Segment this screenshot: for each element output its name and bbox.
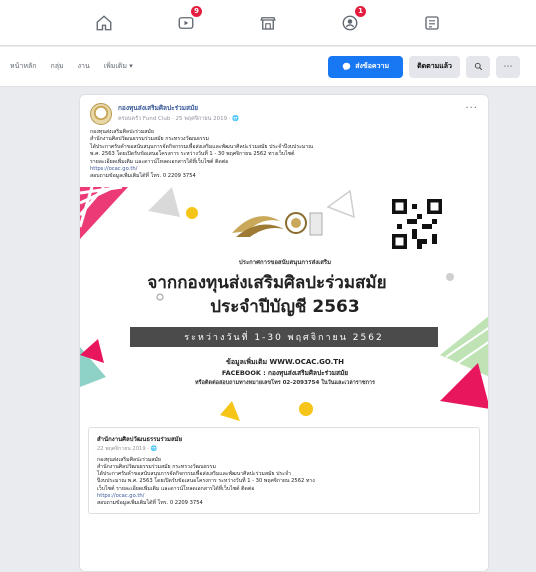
outline-triangle [326,189,355,219]
nav-marketplace[interactable] [227,0,309,46]
tab-home[interactable]: หน้าหลัก [10,61,36,72]
poster-website: ข้อมูลเพิ่มเติม WWW.OCAC.GO.TH [226,357,344,366]
gaming-icon [425,15,439,30]
shared-author[interactable]: สำนักงานศิลปวัฒนธรรมร่วมสมัย [97,434,471,444]
shared-line: สอบถามข้อมูลเพิ่มเติมได้ที่ โทร. 0 2209 … [97,500,203,507]
more-options-button[interactable]: ⋯ [496,55,520,78]
send-message-label: ส่งข้อความ [355,62,390,70]
post-header: กองทุนส่งเสริมศิลปะร่วมสมัย ครอบครัว Fun… [80,95,488,129]
post-line: สอบถามข้อมูลเพิ่มเติมได้ที่ โทร. 0 2209 … [90,173,196,180]
post-meta: ครอบครัว Fund Club · 25 พฤศจิกายน 2019 ·… [118,116,240,122]
yellow-circle [186,206,198,219]
post-menu-icon[interactable]: ··· [465,103,478,114]
shared-body: กองทุนส่งเสริมศิลปะร่วมสมัย สำนักงานศิลป… [97,457,471,507]
shared-line: ปีงบประมาณ พ.ศ. 2563 โดยเปิดรับข้อเสนอโค… [97,478,315,485]
post-line: สำนักงานศิลปวัฒนธรรมร่วมสมัย กระทรวงวัฒน… [90,136,209,143]
more-icon: ⋯ [503,61,513,72]
post-author[interactable]: กองทุนส่งเสริมศิลปะร่วมสมัย [118,103,239,113]
gray-triangle [148,186,180,217]
nav-gaming[interactable] [391,0,473,46]
shared-line: เว็บไซต์ รายละเอียดเพิ่มเติม และดาวน์โหล… [97,485,255,492]
follow-button[interactable]: ติดตามแล้ว [409,55,460,78]
shared-link[interactable]: https://ocac.go.th/ [97,493,471,500]
tab-more[interactable]: เพิ่มเติม [104,61,133,72]
post-line: พ.ศ. 2563 โดยเปิดรับข้อเสนอโครงการ ระหว่… [90,151,295,158]
marketplace-icon [260,16,276,30]
nav-home[interactable] [63,0,145,46]
post-body: กองทุนส่งเสริมศิลปะร่วมสมัย สำนักงานศิลป… [80,129,488,181]
tab-groups[interactable]: กลุ่ม [50,61,63,72]
post-image[interactable]: ประกาศการขอสนับสนุนการส่งเสริม จากกองทุน… [80,186,488,421]
search-button[interactable] [466,55,490,78]
yellow-dot-bottom [299,401,313,416]
search-icon [474,62,482,71]
post-card: กองทุนส่งเสริมศิลปะร่วมสมัย ครอบครัว Fun… [79,94,489,572]
poster-date-band: ระหว่างวันที่ 1-30 พฤศจิกายน 2562 [130,326,438,347]
poster-contact: หรือติดต่อสอบถามทางหมายเลขโทร 02-2093754… [195,379,375,386]
groups-icon [342,15,358,30]
follow-label: ติดตามแล้ว [417,62,452,70]
poster-caption-small: ประกาศการขอสนับสนุนการส่งเสริม [238,258,332,266]
yellow-triangle-bottom [220,400,240,421]
messenger-icon [342,62,351,71]
watch-badge: 9 [191,5,202,17]
nav-watch[interactable]: 9 [145,0,227,46]
qr-code-icon [392,198,442,249]
ocac-logo-icon [232,211,323,237]
shared-meta: 22 พฤศจิกายน 2019 · 🌐 [97,445,158,452]
striped-shape [80,186,128,239]
shared-post[interactable]: สำนักงานศิลปวัฒนธรรมร่วมสมัย 22 พฤศจิกาย… [88,426,480,515]
avatar[interactable] [90,103,112,125]
post-line: รายละเอียดเพิ่มเติม และดาวน์โหลดเอกสารได… [90,158,229,165]
home-icon [96,14,112,30]
page-toolbar: หน้าหลัก กลุ่ม งาน เพิ่มเติม ส่งข้อความ … [0,47,536,87]
poster-subheadline: ประจำปีบัญชี 2563 [210,296,360,317]
groups-badge: 1 [355,5,366,17]
tab-jobs[interactable]: งาน [78,61,90,72]
send-message-button[interactable]: ส่งข้อความ [328,55,404,78]
poster-headline: จากกองทุนส่งเสริมศิลปะร่วมสมัย [147,272,387,293]
poster-facebook: FACEBOOK : กองทุนส่งเสริมศิลปะร่วมสมัย [221,368,349,377]
shared-line: กองทุนส่งเสริมศิลปะร่วมสมัย [97,456,161,463]
watch-icon [178,16,194,29]
top-navigation-bar: 9 1 [0,0,536,46]
nav-groups[interactable]: 1 [309,0,391,46]
